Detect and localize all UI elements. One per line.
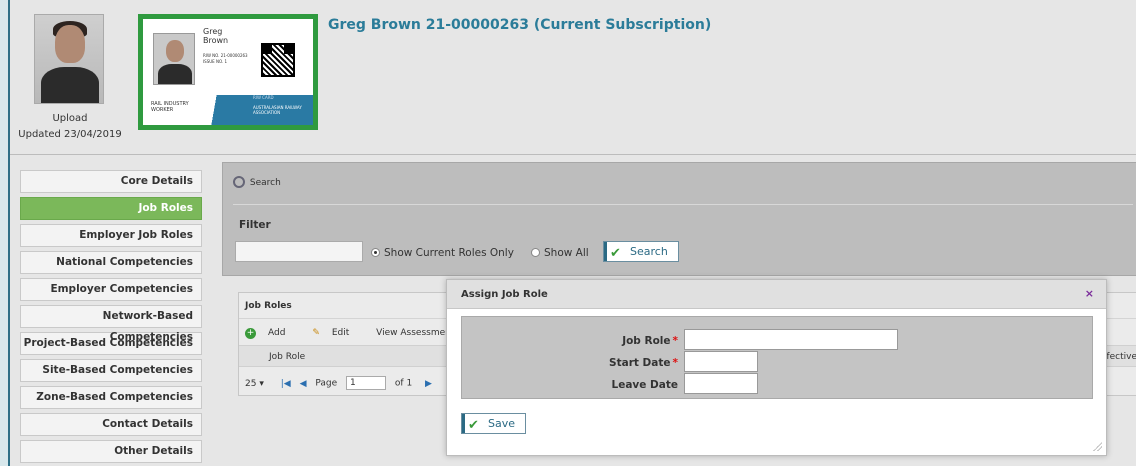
page-of-label: of 1 bbox=[394, 378, 413, 389]
sidebar-item-national-competencies[interactable]: National Competencies bbox=[20, 251, 202, 274]
page-title: Greg Brown 21-00000263 (Current Subscrip… bbox=[328, 17, 712, 33]
job-role-label: Job Role * bbox=[622, 335, 678, 347]
card-issue-no: ISSUE NO. 1 bbox=[203, 59, 228, 64]
start-date-input[interactable] bbox=[684, 351, 758, 372]
sidebar-item-core-details[interactable]: Core Details bbox=[20, 170, 202, 193]
search-button[interactable]: ✔ Search bbox=[603, 241, 679, 262]
radio-show-all[interactable]: Show All bbox=[531, 247, 589, 259]
check-icon: ✔ bbox=[610, 246, 621, 261]
job-role-input[interactable] bbox=[684, 329, 898, 350]
first-page-icon[interactable]: |◀ bbox=[281, 379, 291, 389]
sidebar-item-employer-competencies[interactable]: Employer Competencies bbox=[20, 278, 202, 301]
card-photo bbox=[153, 33, 195, 85]
pencil-icon: ✎ bbox=[312, 328, 320, 338]
filter-label: Filter bbox=[239, 219, 271, 231]
dialog-form: Job Role * Start Date * Leave Date bbox=[461, 316, 1093, 399]
sidebar-item-network-based-competencies[interactable]: Network-Based Competencies bbox=[20, 305, 202, 343]
profile-header: Upload Updated 23/04/2019 Greg Brown RIW… bbox=[10, 0, 1136, 155]
sidebar-item-zone-based-competencies[interactable]: Zone-Based Competencies bbox=[20, 386, 202, 409]
rail-industry-worker-logo: RAIL INDUSTRY WORKER bbox=[151, 101, 189, 113]
search-button-label: Search bbox=[630, 245, 668, 258]
save-button-label: Save bbox=[488, 417, 516, 430]
sidebar: Core Details Job Roles Employer Job Role… bbox=[20, 170, 210, 466]
radio-show-all-label: Show All bbox=[544, 247, 589, 259]
leave-date-input[interactable] bbox=[684, 373, 758, 394]
page-size-select[interactable]: 25 ▾ bbox=[245, 379, 264, 389]
leave-date-label: Leave Date bbox=[611, 379, 678, 391]
card-band-label: RIW CARD bbox=[253, 95, 274, 100]
qr-code-icon bbox=[261, 43, 295, 77]
card-last-name: Brown bbox=[203, 36, 229, 45]
resize-handle[interactable] bbox=[1092, 441, 1102, 451]
job-roles-header: Job Roles bbox=[245, 301, 292, 311]
sidebar-item-contact-details[interactable]: Contact Details bbox=[20, 413, 202, 436]
radio-dot[interactable] bbox=[531, 248, 540, 257]
card-first-name: Greg bbox=[203, 27, 223, 36]
add-button[interactable]: + Add bbox=[245, 328, 297, 339]
ara-logo: AUSTRALASIAN RAILWAY ASSOCIATION bbox=[253, 105, 302, 115]
sidebar-item-job-roles[interactable]: Job Roles bbox=[20, 197, 202, 220]
id-card-preview: Greg Brown RIW NO. 21-00000263 ISSUE NO.… bbox=[138, 14, 318, 130]
radio-show-current-label: Show Current Roles Only bbox=[384, 247, 514, 259]
updated-date: Updated 23/04/2019 bbox=[18, 129, 122, 140]
close-icon[interactable]: × bbox=[1085, 287, 1094, 300]
filter-input[interactable] bbox=[235, 241, 363, 262]
sidebar-item-project-based-competencies[interactable]: Project-Based Competencies bbox=[20, 332, 202, 355]
page-number-input[interactable]: 1 bbox=[346, 376, 387, 390]
save-button[interactable]: ✔ Save bbox=[461, 413, 527, 434]
col-job-role[interactable]: Job Role bbox=[269, 352, 305, 362]
radio-dot-selected[interactable] bbox=[371, 248, 380, 257]
upload-link[interactable]: Upload bbox=[38, 113, 102, 124]
assign-job-role-dialog: Assign Job Role × Job Role * Start Date * … bbox=[446, 279, 1107, 456]
sidebar-item-site-based-competencies[interactable]: Site-Based Competencies bbox=[20, 359, 202, 382]
sidebar-item-other-details[interactable]: Other Details bbox=[20, 440, 202, 463]
search-header[interactable]: Search bbox=[233, 173, 281, 188]
search-panel: Search Filter Show Current Roles Only Sh… bbox=[222, 162, 1136, 276]
prev-page-icon[interactable]: ◀ bbox=[300, 379, 307, 389]
page-label: Page bbox=[315, 378, 338, 389]
sidebar-item-employer-job-roles[interactable]: Employer Job Roles bbox=[20, 224, 202, 247]
pager: 25 ▾ |◀ ◀ Page 1 of 1 ▶ bbox=[245, 376, 438, 390]
check-icon: ✔ bbox=[468, 418, 479, 433]
next-page-icon[interactable]: ▶ bbox=[425, 379, 432, 389]
dialog-title: Assign Job Role bbox=[461, 289, 548, 300]
radio-show-current[interactable]: Show Current Roles Only bbox=[371, 247, 514, 259]
edit-button[interactable]: ✎ Edit bbox=[312, 328, 361, 338]
start-date-label: Start Date * bbox=[609, 357, 678, 369]
search-header-label: Search bbox=[249, 178, 281, 188]
add-icon: + bbox=[245, 328, 256, 339]
search-icon bbox=[233, 176, 245, 188]
profile-photo[interactable] bbox=[34, 14, 104, 104]
dialog-header: Assign Job Role × bbox=[447, 280, 1106, 309]
